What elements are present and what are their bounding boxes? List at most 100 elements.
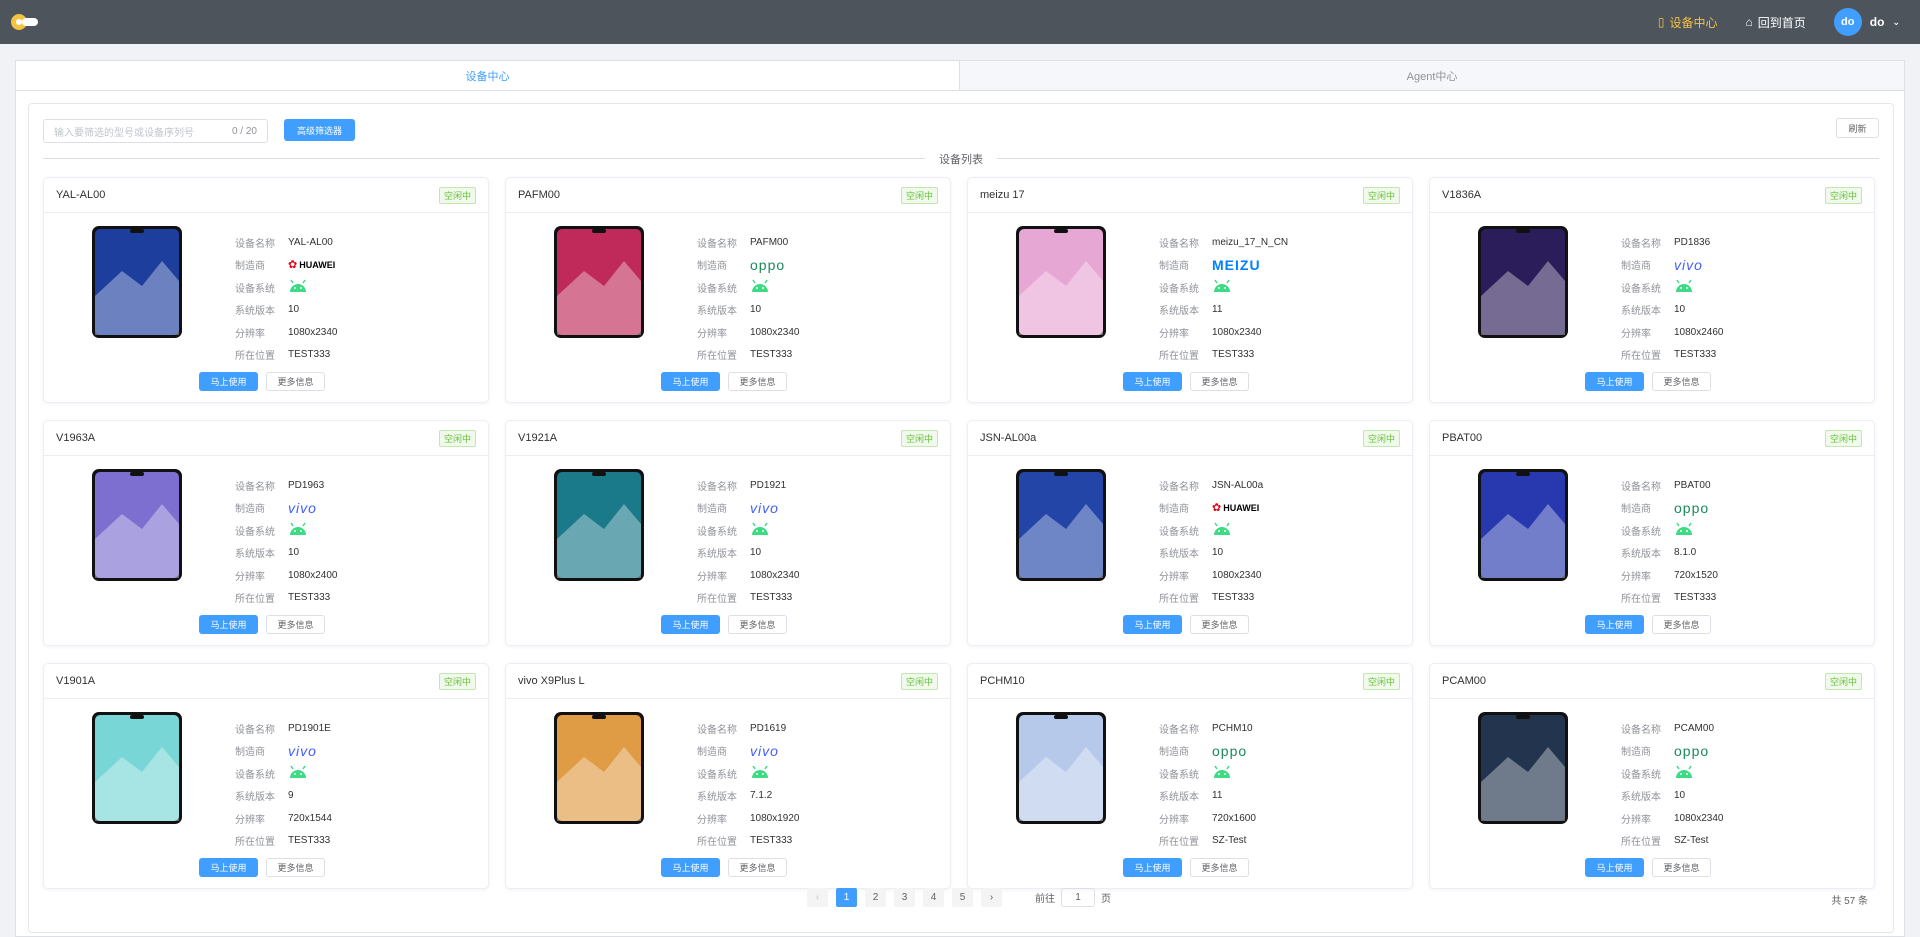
device-resolution-label: 分辨率 bbox=[1159, 571, 1189, 583]
device-maker-label: 制造商 bbox=[697, 747, 727, 759]
device-location-value: TEST333 bbox=[1212, 349, 1255, 361]
device-name-value: PCHM10 bbox=[1212, 722, 1253, 734]
info-row-location: 所在位置 TEST333 bbox=[1159, 587, 1263, 610]
use-now-button[interactable]: 马上使用 bbox=[1585, 858, 1644, 877]
use-now-button[interactable]: 马上使用 bbox=[661, 858, 720, 877]
device-info: 设备名称 PD1921 制造商 vivo 设备系统 系统版本 10 分辨率 1080x2340 所… bbox=[697, 474, 800, 609]
maker-name: oppo bbox=[1212, 742, 1248, 759]
use-now-button[interactable]: 马上使用 bbox=[199, 372, 258, 391]
search-input[interactable]: 输入要筛选的型号或设备序列号 0 / 20 bbox=[43, 119, 268, 143]
app-logo[interactable] bbox=[10, 13, 40, 31]
use-now-button[interactable]: 马上使用 bbox=[1123, 858, 1182, 877]
device-version-label: 系统版本 bbox=[697, 792, 737, 804]
goto-input[interactable]: 1 bbox=[1061, 888, 1095, 907]
page-2[interactable]: 2 bbox=[865, 888, 886, 907]
maker-name: oppo bbox=[1674, 499, 1710, 516]
page-5[interactable]: 5 bbox=[952, 888, 973, 907]
nav-home[interactable]: ⌂ 回到首页 bbox=[1746, 14, 1806, 31]
nav-device-center[interactable]: ▯ 设备中心 bbox=[1658, 14, 1718, 31]
info-row-os: 设备系统 bbox=[1621, 762, 1724, 785]
more-info-button[interactable]: 更多信息 bbox=[1190, 858, 1249, 877]
info-row-version: 系统版本 10 bbox=[1621, 785, 1724, 808]
device-maker-label: 制造商 bbox=[1159, 747, 1189, 759]
use-now-button[interactable]: 马上使用 bbox=[661, 615, 720, 634]
maker-logo: oppo bbox=[1674, 743, 1709, 759]
next-page-button[interactable]: › bbox=[981, 888, 1002, 907]
device-resolution-value: 720x1600 bbox=[1212, 812, 1256, 824]
device-name-label: 设备名称 bbox=[1159, 724, 1199, 736]
more-info-button[interactable]: 更多信息 bbox=[1190, 615, 1249, 634]
use-now-button[interactable]: 马上使用 bbox=[1585, 615, 1644, 634]
device-name-label: 设备名称 bbox=[1159, 481, 1199, 493]
android-icon bbox=[1674, 765, 1694, 782]
card-actions: 马上使用 更多信息 bbox=[199, 858, 325, 877]
device-resolution-label: 分辨率 bbox=[1159, 814, 1189, 826]
device-location-label: 所在位置 bbox=[235, 594, 275, 606]
device-location-value: SZ-Test bbox=[1674, 835, 1709, 847]
device-location-label: 所在位置 bbox=[697, 594, 737, 606]
info-row-name: 设备名称 PCHM10 bbox=[1159, 717, 1256, 740]
advanced-filter-button[interactable]: 高级筛选器 bbox=[284, 119, 355, 141]
device-card: PBAT00 空闲中 设备名称 PBAT00 制造商 oppo 设备系统 系统版本 8.1.… bbox=[1429, 420, 1875, 646]
device-os-label: 设备系统 bbox=[697, 769, 737, 781]
info-row-location: 所在位置 TEST333 bbox=[235, 344, 338, 367]
more-info-button[interactable]: 更多信息 bbox=[728, 372, 787, 391]
page-3[interactable]: 3 bbox=[894, 888, 915, 907]
more-info-button[interactable]: 更多信息 bbox=[1652, 858, 1711, 877]
use-now-button[interactable]: 马上使用 bbox=[199, 858, 258, 877]
device-version-label: 系统版本 bbox=[235, 306, 275, 318]
device-location-value: TEST333 bbox=[750, 349, 793, 361]
device-location-value: TEST333 bbox=[288, 835, 331, 847]
device-title: V1836A bbox=[1442, 189, 1482, 201]
refresh-button[interactable]: 刷新 bbox=[1836, 118, 1879, 138]
device-image bbox=[554, 469, 644, 581]
device-version-value: 10 bbox=[750, 547, 762, 559]
info-row-maker: 制造商 MEIZU bbox=[1159, 254, 1288, 277]
device-resolution-label: 分辨率 bbox=[1621, 814, 1651, 826]
device-name-value: meizu_17_N_CN bbox=[1212, 236, 1289, 248]
tab-device-center[interactable]: 设备中心 bbox=[16, 61, 960, 90]
device-title: PCHM10 bbox=[980, 675, 1025, 687]
device-name-value: YAL-AL00 bbox=[288, 236, 333, 248]
use-now-button[interactable]: 马上使用 bbox=[199, 615, 258, 634]
info-row-location: 所在位置 TEST333 bbox=[1621, 344, 1724, 367]
page-1[interactable]: 1 bbox=[836, 888, 857, 907]
maker-logo: vivo bbox=[750, 500, 779, 516]
more-info-button[interactable]: 更多信息 bbox=[728, 858, 787, 877]
status-badge: 空闲中 bbox=[900, 186, 938, 204]
info-row-location: 所在位置 TEST333 bbox=[697, 344, 800, 367]
more-info-button[interactable]: 更多信息 bbox=[728, 615, 787, 634]
more-info-button[interactable]: 更多信息 bbox=[1652, 372, 1711, 391]
info-row-os: 设备系统 bbox=[697, 762, 800, 785]
status-badge: 空闲中 bbox=[1362, 429, 1400, 447]
info-row-os: 设备系统 bbox=[1159, 519, 1263, 542]
use-now-button[interactable]: 马上使用 bbox=[1123, 372, 1182, 391]
device-name-label: 设备名称 bbox=[1159, 238, 1199, 250]
use-now-button[interactable]: 马上使用 bbox=[1585, 372, 1644, 391]
prev-page-button[interactable]: ‹ bbox=[807, 888, 828, 907]
device-name-value: PBAT00 bbox=[1674, 479, 1711, 491]
device-resolution-label: 分辨率 bbox=[697, 571, 727, 583]
maker-name: oppo bbox=[750, 256, 786, 273]
tab-agent-center[interactable]: Agent中心 bbox=[960, 61, 1904, 90]
device-location-value: TEST333 bbox=[288, 592, 331, 604]
more-info-button[interactable]: 更多信息 bbox=[1652, 615, 1711, 634]
maker-name: vivo bbox=[750, 499, 779, 516]
device-name-label: 设备名称 bbox=[235, 481, 275, 493]
device-os-label: 设备系统 bbox=[1159, 526, 1199, 538]
more-info-button[interactable]: 更多信息 bbox=[266, 372, 325, 391]
use-now-button[interactable]: 马上使用 bbox=[1123, 615, 1182, 634]
page-4[interactable]: 4 bbox=[923, 888, 944, 907]
user-menu[interactable]: do do ⌄ bbox=[1833, 8, 1900, 36]
device-image bbox=[92, 712, 182, 824]
more-info-button[interactable]: 更多信息 bbox=[1190, 372, 1249, 391]
more-info-button[interactable]: 更多信息 bbox=[266, 615, 325, 634]
device-resolution-value: 1080x2340 bbox=[750, 326, 800, 338]
device-image bbox=[92, 226, 182, 338]
more-info-button[interactable]: 更多信息 bbox=[266, 858, 325, 877]
device-image bbox=[1478, 712, 1568, 824]
device-image bbox=[1478, 469, 1568, 581]
info-row-maker: 制造商 oppo bbox=[1621, 497, 1718, 520]
device-location-value: SZ-Test bbox=[1212, 835, 1247, 847]
use-now-button[interactable]: 马上使用 bbox=[661, 372, 720, 391]
